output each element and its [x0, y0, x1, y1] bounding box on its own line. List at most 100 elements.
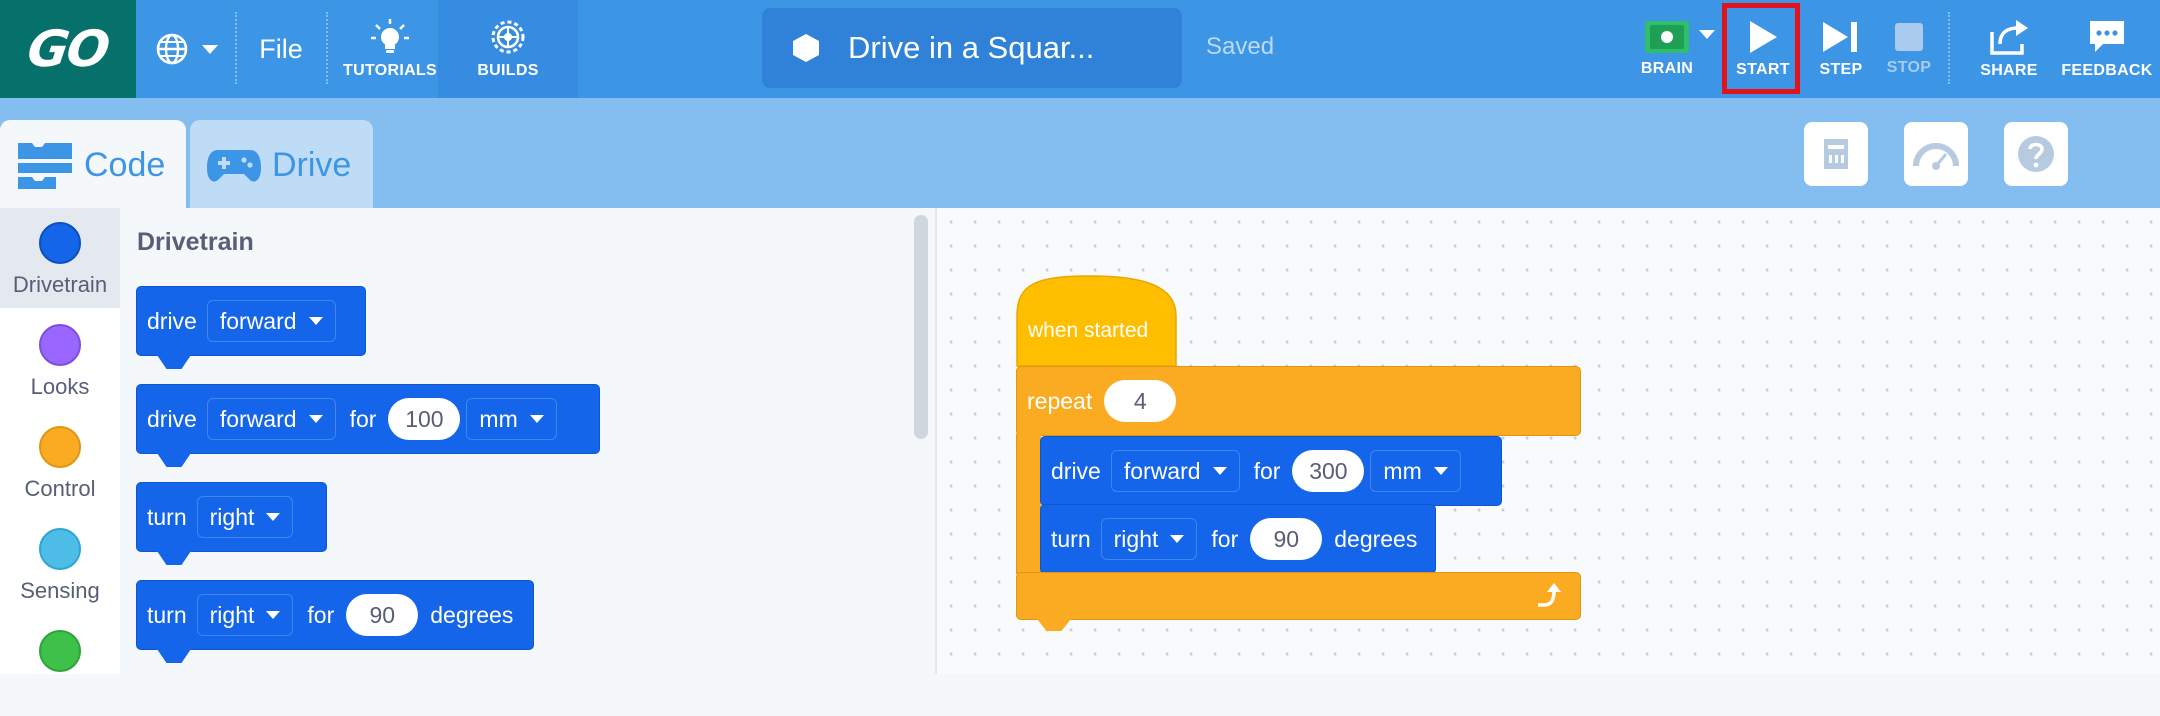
language-menu[interactable]	[146, 0, 228, 98]
block-text: for	[349, 405, 377, 432]
block-text: turn	[147, 601, 187, 628]
block-text: degrees	[430, 601, 514, 628]
brain-icon	[1645, 21, 1689, 53]
block-text: turn	[1051, 525, 1091, 552]
tab-drive-label: Drive	[272, 145, 352, 184]
feedback-button[interactable]: FEEDBACK	[2054, 0, 2160, 98]
category-label: Looks	[30, 374, 90, 399]
category-color-dot	[39, 528, 81, 570]
tutorials-label: TUTORIALS	[343, 62, 437, 79]
dropdown-value: mm	[1383, 457, 1422, 484]
dropdown-arrow-icon	[1170, 535, 1185, 543]
dropdown-value: mm	[479, 405, 518, 432]
palette-block-drive[interactable]: drive forward	[136, 286, 366, 356]
chevron-down-icon	[202, 45, 218, 54]
saved-status: Saved	[1206, 33, 1275, 60]
category-color-dot	[39, 426, 81, 468]
feedback-label: FEEDBACK	[2061, 62, 2153, 79]
stop-icon	[1895, 23, 1923, 51]
block-palette: Drivetrain drive forward drive forward f…	[120, 208, 935, 674]
step-button[interactable]: STEP	[1804, 0, 1878, 98]
globe-icon	[156, 33, 188, 65]
share-icon	[1990, 20, 2028, 55]
vexcode-go-logo: GO	[0, 0, 136, 98]
direction-dropdown[interactable]: forward	[1110, 450, 1240, 492]
unit-dropdown[interactable]: mm	[1370, 450, 1461, 492]
gear-build-icon	[491, 20, 525, 54]
script-block-drive-for[interactable]: drive forward for 300 mm	[1040, 436, 1502, 506]
dropdown-arrow-icon	[308, 317, 323, 325]
dropdown-value: right	[209, 601, 255, 628]
dropdown-value: forward	[1123, 457, 1201, 484]
file-menu-label: File	[259, 33, 303, 64]
dropdown-arrow-icon	[1212, 467, 1227, 475]
block-categories: Drivetrain Looks Control Sensing	[0, 208, 120, 674]
brain-button[interactable]: BRAIN	[1622, 0, 1712, 98]
project-name-field[interactable]: Drive in a Squar...	[762, 8, 1182, 88]
palette-block-turn-for[interactable]: turn right for 90 degrees	[136, 580, 534, 650]
block-text: for	[307, 601, 335, 628]
category-operators[interactable]	[0, 616, 120, 716]
tab-code[interactable]: Code	[0, 120, 186, 210]
block-text: for	[1253, 457, 1281, 484]
category-control[interactable]: Control	[0, 412, 120, 512]
distance-input[interactable]: 100	[388, 398, 461, 440]
share-button[interactable]: SHARE	[1964, 0, 2054, 98]
repeat-block-arm	[1016, 434, 1041, 574]
block-text: drive	[147, 307, 197, 334]
editor-tab-bar: Code Drive	[0, 98, 2160, 210]
device-port-icon	[1824, 139, 1848, 169]
project-name: Drive in a Squar...	[848, 30, 1095, 65]
direction-dropdown[interactable]: right	[1100, 518, 1198, 560]
device-port-button[interactable]	[1804, 122, 1868, 186]
loop-arrow-icon	[1538, 583, 1561, 607]
direction-dropdown[interactable]: right	[196, 496, 294, 538]
angle-input[interactable]: 90	[1250, 518, 1323, 560]
builds-button[interactable]: BUILDS	[438, 0, 578, 98]
stop-label: STOP	[1886, 59, 1932, 76]
repeat-count-input[interactable]: 4	[1104, 380, 1177, 422]
step-icon	[1823, 22, 1857, 52]
distance-input[interactable]: 300	[1292, 450, 1365, 492]
speech-bubble-icon	[2090, 21, 2124, 52]
script-block-turn-for[interactable]: turn right for 90 degrees	[1040, 504, 1436, 574]
tab-code-label: Code	[84, 145, 166, 184]
tab-drive[interactable]: Drive	[190, 120, 373, 210]
help-icon	[2018, 136, 2054, 172]
category-label: Control	[24, 476, 96, 501]
category-sensing[interactable]: Sensing	[0, 514, 120, 614]
tutorials-button[interactable]: TUTORIALS	[336, 0, 444, 98]
dropdown-value: right	[1113, 525, 1159, 552]
category-color-dot	[39, 630, 81, 672]
chevron-down-icon[interactable]	[1698, 28, 1716, 40]
dashboard-button[interactable]	[1904, 122, 1968, 186]
direction-dropdown[interactable]: right	[196, 594, 294, 636]
hexagon-icon	[793, 34, 819, 62]
dropdown-arrow-icon	[266, 513, 281, 521]
category-looks[interactable]: Looks	[0, 310, 120, 410]
logo-text: GO	[24, 20, 112, 78]
dropdown-value: forward	[219, 307, 297, 334]
file-menu[interactable]: File	[250, 0, 312, 98]
help-button[interactable]	[2004, 122, 2068, 186]
unit-dropdown[interactable]: mm	[466, 398, 557, 440]
repeat-block[interactable]: repeat 4	[1016, 366, 1581, 436]
direction-dropdown[interactable]: forward	[206, 398, 336, 440]
palette-block-drive-for[interactable]: drive forward for 100 mm	[136, 384, 600, 454]
block-text: degrees	[1334, 525, 1418, 552]
palette-block-turn[interactable]: turn right	[136, 482, 327, 552]
repeat-block-bottom	[1016, 572, 1581, 620]
dropdown-arrow-icon	[1433, 467, 1448, 475]
step-label: STEP	[1819, 61, 1863, 78]
category-drivetrain[interactable]: Drivetrain	[0, 208, 120, 308]
dropdown-arrow-icon	[266, 611, 281, 619]
palette-scrollbar[interactable]	[914, 215, 928, 439]
start-highlight-box	[1722, 3, 1800, 94]
gamepad-icon	[207, 150, 261, 182]
stop-button[interactable]: STOP	[1872, 0, 1946, 98]
block-text: drive	[1051, 457, 1101, 484]
direction-dropdown[interactable]: forward	[206, 300, 336, 342]
angle-input[interactable]: 90	[346, 594, 419, 636]
brain-label: BRAIN	[1640, 60, 1694, 77]
category-label: Sensing	[20, 578, 100, 603]
